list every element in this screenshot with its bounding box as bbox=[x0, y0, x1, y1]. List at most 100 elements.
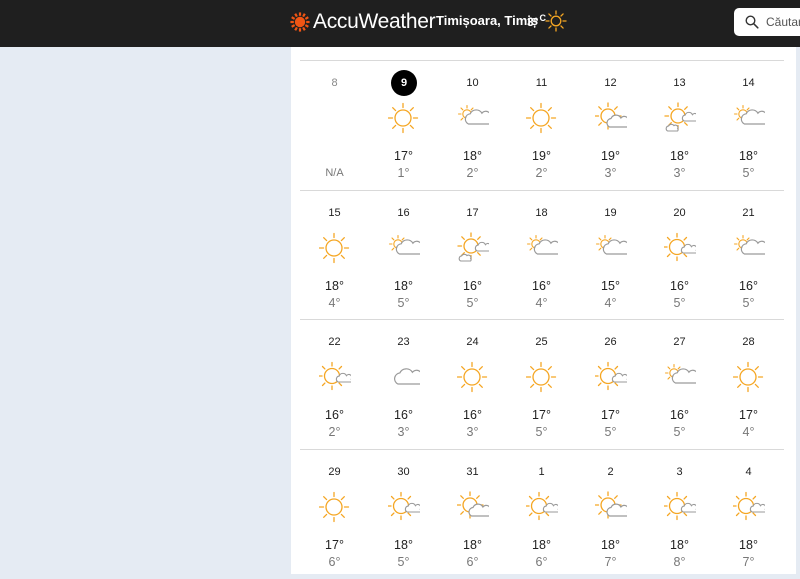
high-temp: 18° bbox=[739, 537, 758, 552]
day-number: 17 bbox=[466, 206, 479, 219]
sunny-icon bbox=[525, 102, 558, 139]
day-number: 25 bbox=[535, 336, 548, 348]
low-temp: 2° bbox=[466, 166, 479, 180]
mostly-sunny-icon bbox=[386, 491, 422, 528]
current-temperature[interactable]: 3°C bbox=[527, 13, 546, 29]
calendar-day[interactable]: 13 18° 3° bbox=[645, 61, 714, 190]
today-day-number: 9 bbox=[391, 70, 417, 96]
mostly-cloudy-icon bbox=[457, 102, 492, 139]
low-temp: 5° bbox=[673, 425, 686, 439]
day-number: 29 bbox=[328, 465, 341, 478]
calendar-day[interactable]: 16 18° 5° bbox=[369, 191, 438, 320]
calendar-day[interactable]: 10 18° 2° bbox=[438, 61, 507, 190]
low-temp: 3° bbox=[466, 425, 479, 439]
calendar-week: 29 17° 6° 30 18° 5° 31 18° 6° 1 18° 6° 2 18° 7° 3 18° 8° 4… bbox=[300, 448, 784, 579]
low-temp: 4° bbox=[604, 295, 617, 310]
day-number: 22 bbox=[328, 336, 341, 348]
calendar-day[interactable]: 17 16° 5° bbox=[438, 191, 507, 320]
calendar-day[interactable]: 2 18° 7° bbox=[576, 450, 645, 579]
day-number: 4 bbox=[745, 465, 752, 478]
mostly-cloudy-icon bbox=[733, 102, 768, 139]
calendar-day[interactable]: 24 16° 3° bbox=[438, 320, 507, 449]
current-temp-value: 3° bbox=[527, 15, 539, 29]
calendar-week: 22 16° 2° 23 16° 3° 24 16° 3° 25 17° 5° 26 17° 5° 27 16°… bbox=[300, 319, 784, 449]
calendar-day[interactable]: 9 17° 1° bbox=[369, 61, 438, 190]
high-temp: 18° bbox=[601, 537, 620, 552]
partly-cloudy-icon bbox=[664, 102, 699, 139]
high-temp: 19° bbox=[532, 149, 551, 163]
low-temp: 2° bbox=[328, 425, 341, 439]
day-number: 28 bbox=[742, 336, 755, 348]
high-temp: 16° bbox=[670, 408, 689, 422]
high-temp: 18° bbox=[463, 537, 482, 552]
high-temp: 17° bbox=[601, 408, 620, 422]
high-temp: 18° bbox=[463, 149, 482, 163]
low-temp: 8° bbox=[673, 554, 686, 569]
low-temp: 5° bbox=[604, 425, 617, 439]
search-box[interactable] bbox=[734, 8, 800, 36]
calendar-week: 8 N/A 9 17° 1° 10 18° 2° 11 19° 2° 12 19° 3° 13 18° 3° 14… bbox=[300, 60, 784, 190]
mostly-sunny-icon bbox=[662, 232, 698, 269]
calendar-day[interactable]: 3 18° 8° bbox=[645, 450, 714, 579]
calendar-day[interactable]: 22 16° 2° bbox=[300, 320, 369, 449]
calendar-day[interactable]: 14 18° 5° bbox=[714, 61, 783, 190]
high-temp: 15° bbox=[601, 278, 620, 293]
calendar-day[interactable]: 28 17° 4° bbox=[714, 320, 783, 449]
day-number: 19 bbox=[604, 206, 617, 219]
day-number: 15 bbox=[328, 206, 341, 219]
low-temp: 2° bbox=[535, 166, 548, 180]
calendar-day[interactable]: 12 19° 3° bbox=[576, 61, 645, 190]
day-number: 13 bbox=[673, 77, 686, 89]
calendar-day: 8 N/A bbox=[300, 61, 369, 190]
high-temp: 19° bbox=[601, 149, 620, 163]
calendar-day[interactable]: 31 18° 6° bbox=[438, 450, 507, 579]
day-number: 11 bbox=[535, 77, 548, 89]
accuweather-logo[interactable]: AccuWeather bbox=[290, 9, 436, 35]
calendar-day[interactable]: 27 16° 5° bbox=[645, 320, 714, 449]
location-name[interactable]: Timișoara, Timiș bbox=[436, 13, 538, 28]
day-number: 27 bbox=[673, 336, 686, 348]
calendar-day[interactable]: 1 18° 6° bbox=[507, 450, 576, 579]
day-number: 24 bbox=[466, 336, 479, 348]
calendar-day[interactable]: 4 18° 7° bbox=[714, 450, 783, 579]
partly-sunny-icon bbox=[594, 490, 629, 528]
day-number: 26 bbox=[604, 336, 617, 348]
calendar-day[interactable]: 20 16° 5° bbox=[645, 191, 714, 320]
day-number: 30 bbox=[397, 465, 410, 478]
high-temp: 16° bbox=[670, 278, 689, 293]
calendar-day[interactable]: 30 18° 5° bbox=[369, 450, 438, 579]
high-temp: 16° bbox=[739, 278, 758, 293]
search-icon bbox=[745, 15, 759, 29]
partly-sunny-icon bbox=[594, 102, 629, 139]
mostly-sunny-icon bbox=[524, 491, 560, 528]
calendar-day[interactable]: 26 17° 5° bbox=[576, 320, 645, 449]
calendar-day[interactable]: 29 17° 6° bbox=[300, 450, 369, 579]
low-temp: 3° bbox=[604, 166, 617, 180]
calendar-day[interactable]: 21 16° 5° bbox=[714, 191, 783, 320]
search-input[interactable] bbox=[766, 13, 800, 31]
day-number: 16 bbox=[397, 206, 410, 219]
day-number: 8 bbox=[331, 77, 338, 89]
calendar-day[interactable]: 15 18° 4° bbox=[300, 191, 369, 320]
calendar-day[interactable]: 19 15° 4° bbox=[576, 191, 645, 320]
mostly-cloudy-icon bbox=[664, 361, 699, 398]
low-temp: N/A bbox=[325, 167, 344, 179]
day-number: 10 bbox=[466, 77, 479, 89]
high-temp: 17° bbox=[532, 408, 551, 422]
low-temp: 5° bbox=[673, 295, 686, 310]
monthly-calendar-grid: 8 N/A 9 17° 1° 10 18° 2° 11 19° 2° 12 19° 3° 13 18° 3° 14… bbox=[300, 60, 784, 578]
day-number: 1 bbox=[538, 465, 545, 478]
high-temp: 18° bbox=[670, 537, 689, 552]
mostly-cloudy-icon bbox=[388, 232, 423, 269]
low-temp: 5° bbox=[466, 295, 479, 310]
high-temp: 18° bbox=[394, 537, 413, 552]
calendar-day[interactable]: 11 19° 2° bbox=[507, 61, 576, 190]
low-temp: 6° bbox=[535, 554, 548, 569]
calendar-day[interactable]: 25 17° 5° bbox=[507, 320, 576, 449]
calendar-day[interactable]: 18 16° 4° bbox=[507, 191, 576, 320]
calendar-day[interactable]: 23 16° 3° bbox=[369, 320, 438, 449]
sunny-icon bbox=[318, 232, 351, 269]
day-number: 20 bbox=[673, 206, 686, 219]
high-temp: 16° bbox=[394, 408, 413, 422]
mostly-cloudy-icon bbox=[595, 232, 630, 269]
